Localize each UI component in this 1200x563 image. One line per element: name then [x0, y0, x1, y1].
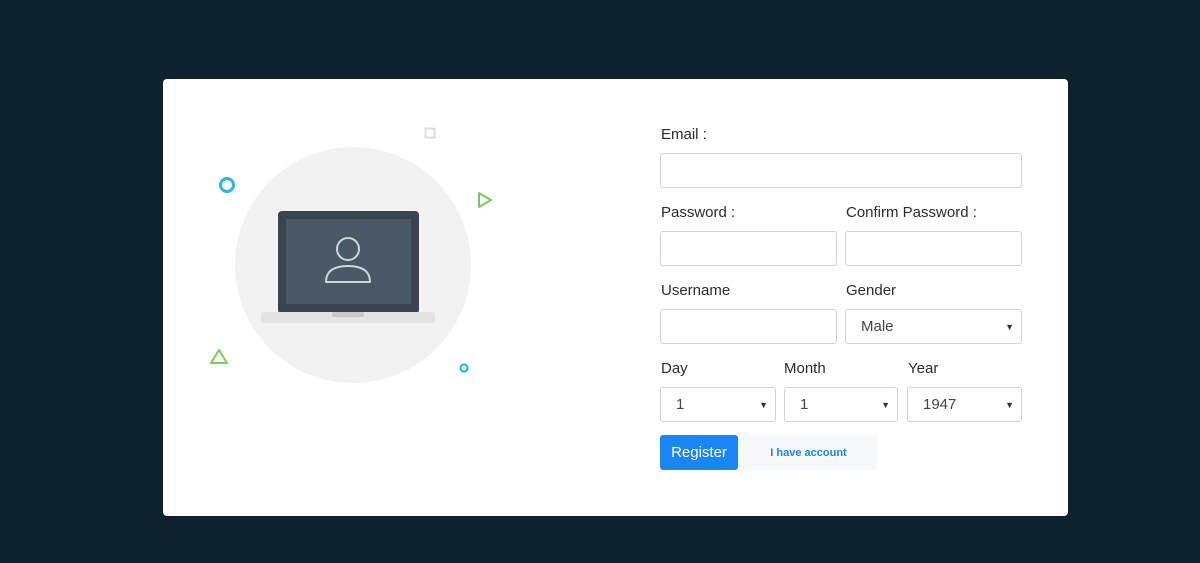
month-select[interactable]: 1 ▼: [784, 387, 898, 422]
caret-down-icon: ▼: [1005, 399, 1014, 410]
email-field[interactable]: [660, 153, 1022, 188]
confirm-password-field[interactable]: [845, 231, 1022, 266]
day-select[interactable]: 1 ▼: [660, 387, 776, 422]
laptop-user-icon: [261, 211, 435, 323]
day-selected-value: 1: [676, 396, 685, 413]
small-circle-icon: [459, 363, 469, 373]
square-outline-icon: [424, 127, 436, 139]
caret-down-icon: ▼: [1005, 321, 1014, 332]
play-triangle-icon: [478, 192, 492, 208]
month-label: Month: [784, 360, 826, 377]
triangle-outline-icon: [210, 349, 228, 364]
month-selected-value: 1: [800, 396, 809, 413]
year-selected-value: 1947: [923, 396, 957, 413]
username-field[interactable]: [660, 309, 837, 344]
caret-down-icon: ▼: [759, 399, 768, 410]
illustration: [163, 79, 623, 516]
confirm-password-label: Confirm Password :: [846, 204, 977, 221]
circle-outline-icon: [219, 177, 235, 193]
gender-label: Gender: [846, 282, 897, 299]
year-label: Year: [908, 360, 939, 377]
year-select[interactable]: 1947 ▼: [907, 387, 1022, 422]
email-label: Email :: [661, 126, 707, 143]
password-label: Password :: [661, 204, 736, 221]
day-label: Day: [661, 360, 688, 377]
gender-select[interactable]: Male ▼: [845, 309, 1022, 344]
caret-down-icon: ▼: [881, 399, 890, 410]
username-label: Username: [661, 282, 731, 299]
registration-card: Email : Password : Confirm Password : Us…: [163, 79, 1068, 516]
register-button[interactable]: Register: [660, 435, 738, 470]
have-account-button[interactable]: I have account: [740, 435, 877, 470]
gender-selected-value: Male: [861, 318, 894, 335]
password-field[interactable]: [660, 231, 837, 266]
